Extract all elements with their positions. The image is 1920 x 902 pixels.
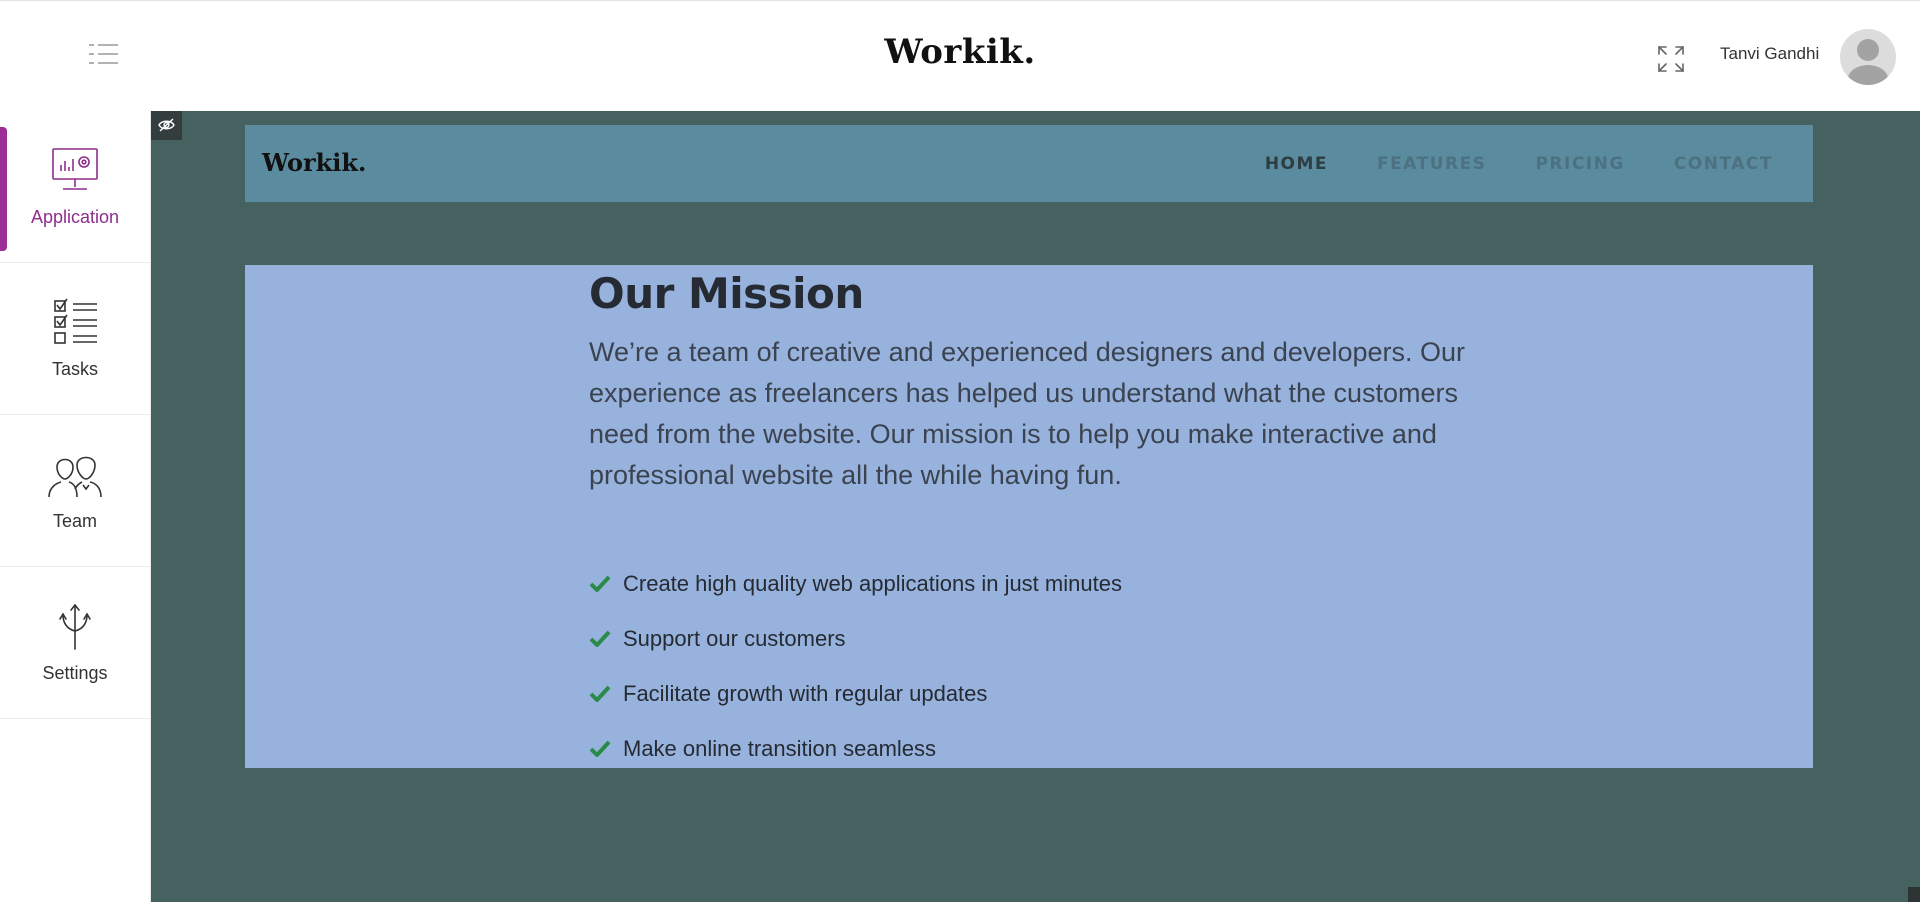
user-name[interactable]: Tanvi Gandhi	[1720, 44, 1819, 64]
brand-logo-text[interactable]: Workik.	[884, 32, 1035, 72]
mission-section[interactable]: Our Mission We’re a team of creative and…	[245, 265, 1813, 768]
sidebar-item-tasks[interactable]: Tasks	[0, 263, 150, 415]
mission-content: Our Mission We’re a team of creative and…	[589, 269, 1469, 776]
sidebar-item-label: Team	[52, 511, 97, 531]
arrows-icon	[45, 601, 105, 653]
sidebar-item-label: Tasks	[51, 359, 98, 379]
feature-text: Facilitate growth with regular updates	[623, 680, 988, 706]
brand-logo: Workik.	[0, 32, 1920, 72]
sidebar-item-application[interactable]: Application	[0, 111, 150, 263]
sidebar-item-label: Settings	[42, 663, 108, 683]
preview-canvas: Workik. HOME FEATURES PRICING CONTACT Ou…	[151, 111, 1920, 902]
list-item: Make online transition seamless	[589, 721, 1469, 776]
mission-title: Our Mission	[589, 269, 864, 318]
check-icon	[589, 740, 611, 757]
feature-text: Support our customers	[623, 625, 846, 651]
preview-navbar: Workik. HOME FEATURES PRICING CONTACT	[245, 125, 1813, 202]
nav-link-contact[interactable]: CONTACT	[1674, 154, 1773, 174]
scrollbar-thumb[interactable]	[1908, 887, 1920, 902]
feature-list: Create high quality web applications in …	[589, 556, 1469, 776]
sidebar-item-team[interactable]: Team	[0, 415, 150, 567]
check-icon	[589, 630, 611, 647]
list-item: Create high quality web applications in …	[589, 556, 1469, 611]
feature-text: Create high quality web applications in …	[623, 570, 1122, 596]
eye-slash-icon[interactable]	[151, 111, 182, 140]
list-item: Support our customers	[589, 611, 1469, 666]
feature-text: Make online transition seamless	[623, 735, 937, 761]
sidebar: Application Tasks Team Settings	[0, 111, 151, 902]
preview-nav-links: HOME FEATURES PRICING CONTACT	[1265, 154, 1773, 174]
monitor-chart-icon	[45, 145, 105, 197]
nav-link-features[interactable]: FEATURES	[1377, 154, 1486, 174]
sidebar-item-label: Application	[30, 207, 120, 227]
nav-link-home[interactable]: HOME	[1265, 154, 1328, 174]
checklist-icon	[45, 297, 105, 349]
check-icon	[589, 685, 611, 702]
nav-link-pricing[interactable]: PRICING	[1535, 154, 1624, 174]
list-item: Facilitate growth with regular updates	[589, 666, 1469, 721]
check-icon	[589, 575, 611, 592]
fullscreen-icon[interactable]	[1657, 45, 1685, 73]
team-icon	[45, 449, 105, 501]
preview-logo[interactable]: Workik.	[262, 148, 366, 177]
menu-toggle-icon[interactable]	[88, 43, 120, 65]
avatar[interactable]	[1840, 29, 1896, 85]
top-bar: Workik. Tanvi Gandhi	[0, 0, 1920, 111]
mission-body: We’re a team of creative and experienced…	[589, 337, 1465, 490]
sidebar-item-settings[interactable]: Settings	[0, 567, 150, 719]
